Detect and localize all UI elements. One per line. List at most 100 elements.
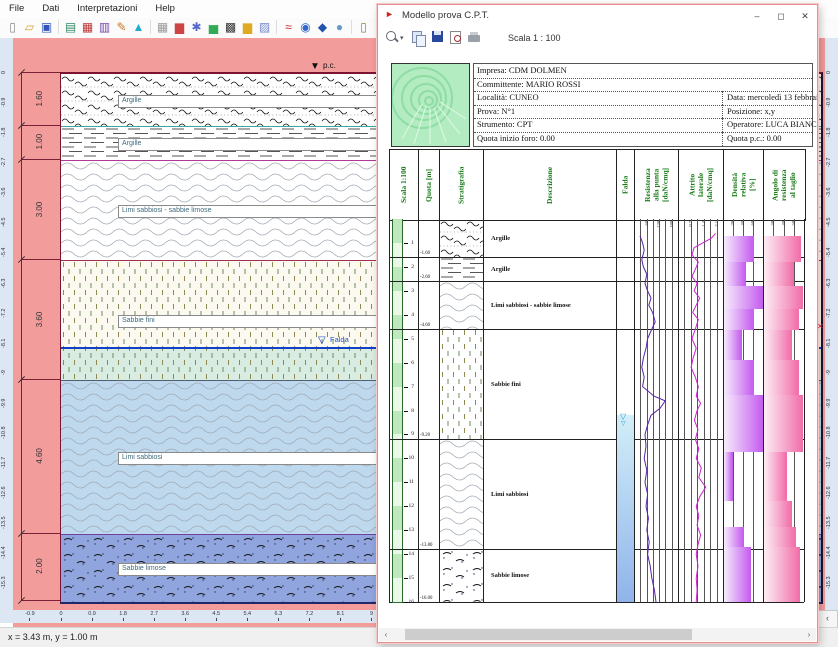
value-bar (724, 309, 754, 331)
thickness-label: 4.60 (35, 379, 47, 533)
stratigraphy-pattern (440, 439, 483, 549)
layer-description: Limi sabbiosi - sabbie limose (483, 281, 616, 329)
meter-number: 4 (404, 312, 414, 318)
ruler-tick: -15.3 (1, 572, 7, 594)
axis-tick-label: 30 (770, 221, 775, 226)
thickness-label: 3.60 (35, 259, 47, 379)
scale-bar-segment (392, 578, 403, 603)
menu-help[interactable]: Help (146, 0, 184, 17)
ruler-right: 0-0.9-1.8-2.7-3.6-4.5-5.4-6.3-7.2-8.1-9-… (825, 38, 838, 623)
value-bar (724, 527, 744, 547)
word-icon[interactable]: ◆ (315, 20, 330, 35)
water-table-icon: ▽ (620, 413, 626, 420)
meter-number: 15 (404, 575, 414, 581)
stratigraphy-pattern (440, 329, 483, 439)
ruler-tick: -0.9 (20, 611, 40, 621)
scrollbar-right-arrow[interactable]: › (802, 628, 816, 641)
column-border (389, 219, 390, 602)
cloud-icon[interactable]: ● (332, 20, 347, 35)
globe-icon[interactable]: ◉ (298, 20, 313, 35)
picture-icon[interactable]: ▨ (257, 20, 272, 35)
axis-tick-label: 0.7 (688, 221, 693, 227)
grid-icon[interactable]: ▦ (155, 20, 170, 35)
image-icon[interactable]: ▦ (80, 20, 95, 35)
value-bar (724, 262, 746, 286)
scale-bar-segment (392, 554, 403, 579)
ruler-tick: -7.2 (1, 302, 7, 324)
menu-dati[interactable]: Dati (33, 0, 68, 17)
plot-icon[interactable]: ≈ (281, 20, 296, 35)
axis-tick-label: 120 (656, 221, 661, 228)
gear-icon[interactable]: ✱ (189, 20, 204, 35)
matrix-icon[interactable]: ▩ (223, 20, 238, 35)
copy-button[interactable] (412, 31, 422, 43)
report-icon[interactable]: ▥ (97, 20, 112, 35)
chart-red-icon[interactable]: ▆ (172, 20, 187, 35)
zoom-dropdown-icon[interactable]: ▾ (400, 34, 404, 42)
histogram-icon[interactable]: ▅ (206, 20, 221, 35)
scale-bar-segment (392, 243, 403, 268)
cone-icon[interactable]: ▲ (131, 20, 146, 35)
value-bar (764, 330, 792, 360)
save-button[interactable] (432, 31, 443, 42)
scrollbar-left-arrow[interactable]: ‹ (379, 628, 393, 641)
close-button[interactable]: ✕ (793, 5, 817, 27)
maximize-button[interactable]: ◻ (769, 5, 793, 27)
dialog-toolbar: ▾ Scala 1 : 100 (378, 27, 817, 50)
ruler-tick: -1.8 (1, 121, 7, 143)
export-table-icon[interactable]: ▤ (63, 20, 78, 35)
new-file-icon[interactable]: ▯ (5, 20, 20, 35)
axis-tick-label: 20 (730, 221, 735, 226)
ruler-tick: -11.7 (826, 452, 832, 474)
ruler-tick: 2.7 (144, 611, 164, 621)
chart-yellow-icon[interactable]: ▆ (240, 20, 255, 35)
ruler-tick: -3.6 (826, 181, 832, 203)
axis-gridline (697, 219, 698, 602)
ruler-tick: -6.3 (1, 272, 7, 294)
scrollbar-thumb[interactable] (405, 629, 692, 640)
axis-gridline (717, 219, 718, 602)
meter-number: 7 (404, 384, 414, 390)
menu-file[interactable]: File (0, 0, 33, 17)
dialog-horizontal-scrollbar[interactable]: ‹ › (379, 628, 816, 641)
minimize-button[interactable]: – (745, 5, 769, 27)
scale-bar-segment (392, 530, 403, 555)
dialog-title-bar[interactable]: ► Modello prova C.P.T. – ◻ ✕ (378, 5, 817, 27)
axis-tick-label: 60 (644, 221, 649, 226)
value-bar (764, 452, 787, 501)
dimension-extension-line (21, 600, 60, 601)
column-header: Resistenza alla punta [daN/cmq] (634, 149, 679, 221)
ruler-tick: 4.5 (206, 611, 226, 621)
preview-button[interactable] (450, 31, 461, 44)
clipboard-icon[interactable]: ▯ (356, 20, 371, 35)
ruler-tick: -2.7 (826, 151, 832, 173)
meter-number: 9 (404, 431, 414, 437)
dialog-modello-prova-cpt: ► Modello prova C.P.T. – ◻ ✕ ▾ Scala 1 :… (377, 4, 818, 643)
save-icon[interactable]: ▣ (39, 20, 54, 35)
meter-number: 5 (404, 336, 414, 342)
meter-number: 3 (404, 288, 414, 294)
meter-number: 14 (404, 551, 414, 557)
meter-number: 10 (404, 455, 414, 461)
print-button[interactable] (468, 35, 480, 42)
edit-icon[interactable]: ✎ (114, 20, 129, 35)
ruler-tick: -13.5 (1, 512, 7, 534)
value-bar (724, 360, 754, 395)
layer-description: Limi sabbiosi (483, 439, 616, 549)
scroll-left-button[interactable]: ‹ (817, 610, 838, 628)
menu-interpretazioni[interactable]: Interpretazioni (68, 0, 146, 17)
water-table-icon: ▽ (621, 421, 626, 427)
depth-label: -2.60 (420, 275, 430, 280)
ruler-tick: 0 (51, 611, 71, 621)
axis-tick-label: 180 (669, 221, 674, 228)
axis-tick-label: 50 (791, 221, 796, 226)
ruler-tick: 8.1 (330, 611, 350, 621)
scale-label: Scala 1 : 100 (508, 33, 561, 43)
ruler-tick: -12.6 (826, 482, 832, 504)
zoom-button[interactable] (386, 31, 396, 41)
axis-gridline (659, 219, 660, 602)
depth-label: -1.60 (420, 251, 430, 256)
water-table-icon: ▽ (318, 336, 326, 345)
open-folder-icon[interactable]: ▱ (22, 20, 37, 35)
ground-level-icon: ▼ (310, 62, 320, 71)
